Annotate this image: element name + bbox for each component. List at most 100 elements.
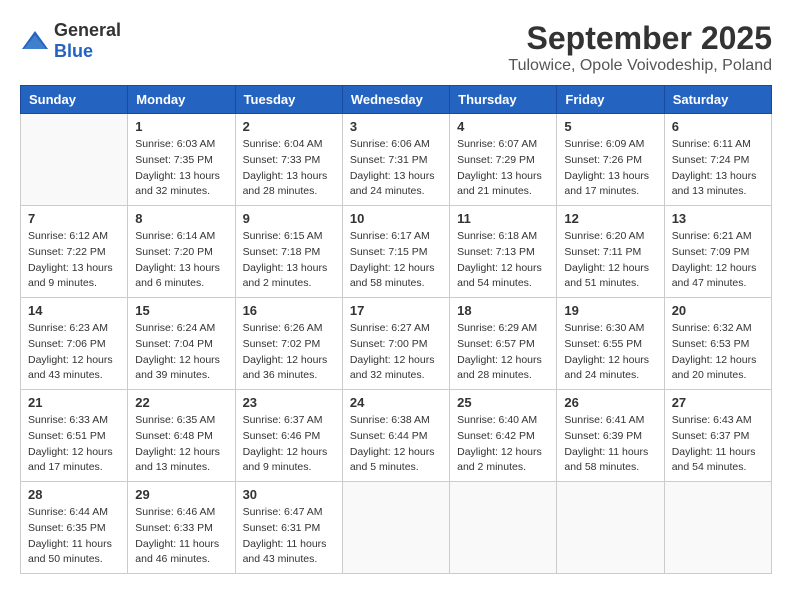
- day-number: 15: [135, 303, 227, 318]
- calendar-day-cell: 21 Sunrise: 6:33 AMSunset: 6:51 PMDayligh…: [21, 390, 128, 482]
- calendar-day-cell: 17 Sunrise: 6:27 AMSunset: 7:00 PMDayligh…: [342, 298, 449, 390]
- calendar-day-cell: 10Sunrise: 6:17 AMSunset: 7:15 PMDayligh…: [342, 206, 449, 298]
- day-info: Sunrise: 6:09 AMSunset: 7:26 PMDaylight:…: [564, 137, 656, 200]
- month-year: September 2025: [508, 20, 772, 57]
- calendar-day-cell: 13 Sunrise: 6:21 AMSunset: 7:09 PMDayligh…: [664, 206, 771, 298]
- day-info: Sunrise: 6:11 AMSunset: 7:24 PMDaylight:…: [672, 137, 764, 200]
- calendar-day-cell: 6 Sunrise: 6:11 AMSunset: 7:24 PMDaylight…: [664, 114, 771, 206]
- day-number: 6: [672, 119, 764, 134]
- day-info: Sunrise: 6:47 AMSunset: 6:31 PMDaylight:…: [243, 505, 335, 568]
- day-number: 4: [457, 119, 549, 134]
- day-number: 20: [672, 303, 764, 318]
- day-number: 1: [135, 119, 227, 134]
- day-info: Sunrise: 6:07 AMSunset: 7:29 PMDaylight:…: [457, 137, 549, 200]
- calendar-day-cell: [664, 482, 771, 574]
- calendar-day-cell: 22Sunrise: 6:35 AMSunset: 6:48 PMDayligh…: [128, 390, 235, 482]
- calendar-day-cell: [450, 482, 557, 574]
- calendar-day-cell: 7 Sunrise: 6:12 AMSunset: 7:22 PMDaylight…: [21, 206, 128, 298]
- calendar-day-cell: 25Sunrise: 6:40 AMSunset: 6:42 PMDayligh…: [450, 390, 557, 482]
- day-info: Sunrise: 6:46 AMSunset: 6:33 PMDaylight:…: [135, 505, 227, 568]
- day-number: 5: [564, 119, 656, 134]
- calendar-day-cell: 20 Sunrise: 6:32 AMSunset: 6:53 PMDayligh…: [664, 298, 771, 390]
- weekday-header: Monday: [128, 86, 235, 114]
- day-number: 24: [350, 395, 442, 410]
- day-number: 16: [243, 303, 335, 318]
- day-number: 23: [243, 395, 335, 410]
- calendar-day-cell: 8 Sunrise: 6:14 AMSunset: 7:20 PMDaylight…: [128, 206, 235, 298]
- calendar-header: SundayMondayTuesdayWednesdayThursdayFrid…: [21, 86, 772, 114]
- day-number: 3: [350, 119, 442, 134]
- calendar-table: SundayMondayTuesdayWednesdayThursdayFrid…: [20, 85, 772, 574]
- calendar-day-cell: 29 Sunrise: 6:46 AMSunset: 6:33 PMDayligh…: [128, 482, 235, 574]
- weekday-header: Thursday: [450, 86, 557, 114]
- calendar-day-cell: 3 Sunrise: 6:06 AMSunset: 7:31 PMDaylight…: [342, 114, 449, 206]
- location: Tulowice, Opole Voivodeship, Poland: [508, 57, 772, 75]
- calendar-day-cell: 15 Sunrise: 6:24 AMSunset: 7:04 PMDayligh…: [128, 298, 235, 390]
- calendar-day-cell: 30Sunrise: 6:47 AMSunset: 6:31 PMDayligh…: [235, 482, 342, 574]
- day-info: Sunrise: 6:38 AMSunset: 6:44 PMDaylight:…: [350, 413, 442, 476]
- day-info: Sunrise: 6:14 AMSunset: 7:20 PMDaylight:…: [135, 229, 227, 292]
- calendar-day-cell: 18Sunrise: 6:29 AMSunset: 6:57 PMDayligh…: [450, 298, 557, 390]
- day-number: 14: [28, 303, 120, 318]
- day-number: 19: [564, 303, 656, 318]
- calendar-day-cell: 9Sunrise: 6:15 AMSunset: 7:18 PMDaylight…: [235, 206, 342, 298]
- day-number: 29: [135, 487, 227, 502]
- calendar-week-row: 21 Sunrise: 6:33 AMSunset: 6:51 PMDayligh…: [21, 390, 772, 482]
- day-info: Sunrise: 6:24 AMSunset: 7:04 PMDaylight:…: [135, 321, 227, 384]
- day-info: Sunrise: 6:04 AMSunset: 7:33 PMDaylight:…: [243, 137, 335, 200]
- weekday-header: Wednesday: [342, 86, 449, 114]
- calendar-week-row: 1 Sunrise: 6:03 AMSunset: 7:35 PMDaylight…: [21, 114, 772, 206]
- calendar-body: 1 Sunrise: 6:03 AMSunset: 7:35 PMDaylight…: [21, 114, 772, 574]
- title-block: September 2025 Tulowice, Opole Voivodesh…: [508, 20, 772, 75]
- day-number: 8: [135, 211, 227, 226]
- day-number: 9: [243, 211, 335, 226]
- calendar-week-row: 14 Sunrise: 6:23 AMSunset: 7:06 PMDayligh…: [21, 298, 772, 390]
- calendar-day-cell: 4 Sunrise: 6:07 AMSunset: 7:29 PMDaylight…: [450, 114, 557, 206]
- day-info: Sunrise: 6:23 AMSunset: 7:06 PMDaylight:…: [28, 321, 120, 384]
- day-number: 18: [457, 303, 549, 318]
- day-info: Sunrise: 6:06 AMSunset: 7:31 PMDaylight:…: [350, 137, 442, 200]
- calendar-week-row: 28Sunrise: 6:44 AMSunset: 6:35 PMDayligh…: [21, 482, 772, 574]
- day-number: 11: [457, 211, 549, 226]
- logo-icon: [20, 29, 50, 53]
- weekday-header: Friday: [557, 86, 664, 114]
- logo: General Blue: [20, 20, 121, 62]
- calendar-day-cell: 11 Sunrise: 6:18 AMSunset: 7:13 PMDayligh…: [450, 206, 557, 298]
- day-number: 13: [672, 211, 764, 226]
- day-info: Sunrise: 6:03 AMSunset: 7:35 PMDaylight:…: [135, 137, 227, 200]
- calendar-day-cell: 26 Sunrise: 6:41 AMSunset: 6:39 PMDayligh…: [557, 390, 664, 482]
- day-info: Sunrise: 6:33 AMSunset: 6:51 PMDaylight:…: [28, 413, 120, 476]
- day-info: Sunrise: 6:32 AMSunset: 6:53 PMDaylight:…: [672, 321, 764, 384]
- calendar-day-cell: [557, 482, 664, 574]
- day-info: Sunrise: 6:27 AMSunset: 7:00 PMDaylight:…: [350, 321, 442, 384]
- calendar-day-cell: 19 Sunrise: 6:30 AMSunset: 6:55 PMDayligh…: [557, 298, 664, 390]
- day-number: 12: [564, 211, 656, 226]
- day-info: Sunrise: 6:30 AMSunset: 6:55 PMDaylight:…: [564, 321, 656, 384]
- day-info: Sunrise: 6:18 AMSunset: 7:13 PMDaylight:…: [457, 229, 549, 292]
- calendar-day-cell: [21, 114, 128, 206]
- logo-blue: Blue: [54, 41, 93, 61]
- day-info: Sunrise: 6:12 AMSunset: 7:22 PMDaylight:…: [28, 229, 120, 292]
- day-number: 17: [350, 303, 442, 318]
- day-info: Sunrise: 6:17 AMSunset: 7:15 PMDaylight:…: [350, 229, 442, 292]
- day-number: 21: [28, 395, 120, 410]
- day-info: Sunrise: 6:44 AMSunset: 6:35 PMDaylight:…: [28, 505, 120, 568]
- calendar-day-cell: 23 Sunrise: 6:37 AMSunset: 6:46 PMDayligh…: [235, 390, 342, 482]
- day-info: Sunrise: 6:35 AMSunset: 6:48 PMDaylight:…: [135, 413, 227, 476]
- day-info: Sunrise: 6:43 AMSunset: 6:37 PMDaylight:…: [672, 413, 764, 476]
- day-number: 25: [457, 395, 549, 410]
- day-number: 7: [28, 211, 120, 226]
- calendar-day-cell: 5 Sunrise: 6:09 AMSunset: 7:26 PMDaylight…: [557, 114, 664, 206]
- calendar-week-row: 7 Sunrise: 6:12 AMSunset: 7:22 PMDaylight…: [21, 206, 772, 298]
- day-info: Sunrise: 6:41 AMSunset: 6:39 PMDaylight:…: [564, 413, 656, 476]
- calendar-day-cell: 2Sunrise: 6:04 AMSunset: 7:33 PMDaylight…: [235, 114, 342, 206]
- day-info: Sunrise: 6:20 AMSunset: 7:11 PMDaylight:…: [564, 229, 656, 292]
- day-info: Sunrise: 6:26 AMSunset: 7:02 PMDaylight:…: [243, 321, 335, 384]
- day-info: Sunrise: 6:21 AMSunset: 7:09 PMDaylight:…: [672, 229, 764, 292]
- day-number: 26: [564, 395, 656, 410]
- day-info: Sunrise: 6:37 AMSunset: 6:46 PMDaylight:…: [243, 413, 335, 476]
- calendar-day-cell: [342, 482, 449, 574]
- weekday-row: SundayMondayTuesdayWednesdayThursdayFrid…: [21, 86, 772, 114]
- calendar-day-cell: 14 Sunrise: 6:23 AMSunset: 7:06 PMDayligh…: [21, 298, 128, 390]
- day-number: 27: [672, 395, 764, 410]
